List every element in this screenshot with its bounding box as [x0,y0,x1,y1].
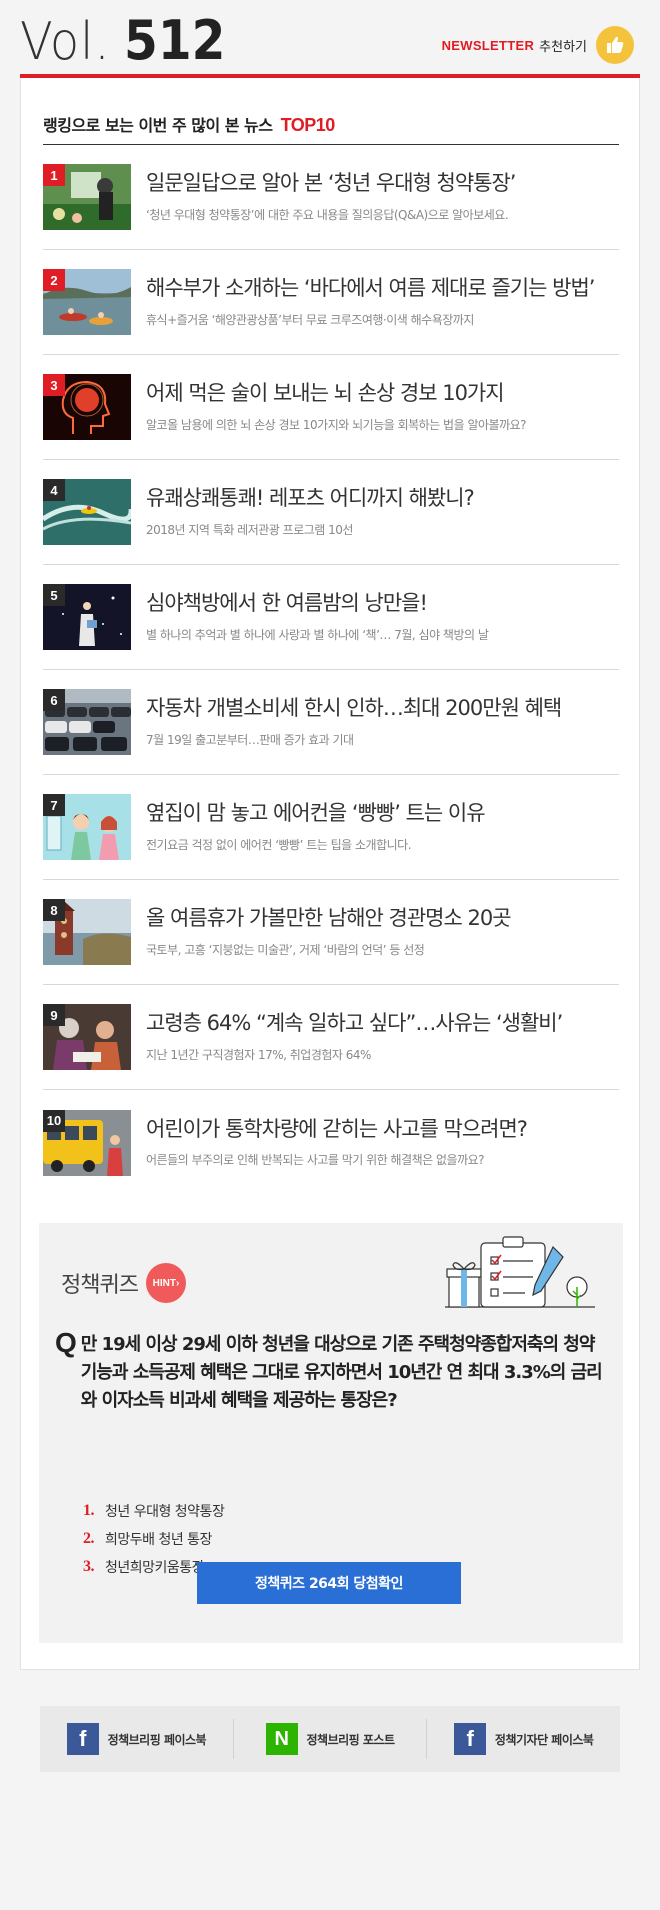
news-title[interactable]: 심야책방에서 한 여름밤의 낭만을! [146,591,488,616]
option-number: 3. [83,1558,95,1575]
rank-badge: 2 [43,269,65,291]
news-thumbnail[interactable]: 1 [43,164,131,230]
volume-label: Vol. 512 [20,9,237,72]
news-item-8[interactable]: 8 올 여름휴가 가볼만한 남해안 경관명소 20곳 국토부, 고흥 ‘지붕없는… [43,880,619,985]
news-summary: 휴식+즐거움 ‘해양관광상품’부터 무료 크루즈여행·이색 해수욕장까지 [146,312,474,327]
volume-prefix: Vol. [20,12,111,72]
thumbs-up-icon[interactable] [596,26,634,64]
quiz-label: 정책퀴즈 [61,1273,139,1298]
news-title[interactable]: 자동차 개별소비세 한시 인하…최대 200만원 혜택 [146,696,562,721]
news-summary: 별 하나의 추억과 별 하나에 사랑과 별 하나에 ‘책’… 7월, 심야 책방… [146,627,489,642]
news-item-9[interactable]: 9 고령층 64% “계속 일하고 싶다”…사유는 ‘생활비’ 지난 1년간 구… [43,985,619,1090]
quiz-question-text: 만 19세 이상 29세 이하 청년을 대상으로 기존 주택청약종합저축의 청약… [80,1334,603,1411]
news-summary: ‘청년 우대형 청약통장’에 대한 주요 내용을 질의응답(Q&A)으로 알아보… [146,207,509,222]
news-item-3[interactable]: 3 어제 먹은 술이 보내는 뇌 손상 경보 10가지 알코올 남용에 의한 뇌… [43,355,619,460]
quiz-option-1: 1. 청년 우대형 청약통장 [83,1497,225,1525]
news-list: 1 일문일답으로 알아 본 ‘청년 우대형 청약통장’ ‘청년 우대형 청약통장… [43,145,619,1195]
quiz-illustration [445,1235,595,1319]
footer-link-briefing-facebook[interactable]: f 정책브리핑 페이스북 [40,1719,233,1759]
ranking-title: 랭킹으로 보는 이번 주 많이 본 뉴스 TOP10 [43,112,335,136]
news-thumbnail[interactable]: 7 [43,794,131,860]
rank-badge: 6 [43,689,65,711]
rank-badge: 1 [43,164,65,186]
footer-link-briefing-post[interactable]: N 정책브리핑 포스트 [232,1719,427,1759]
option-text: 희망두배 청년 통장 [105,1532,212,1548]
hint-label: HINT [152,1277,176,1289]
news-item-4[interactable]: 4 유쾌상쾌통쾌! 레포츠 어디까지 해봤니? 2018년 지역 특화 레저관광… [43,460,619,565]
news-summary: 7월 19일 출고분부터…판매 증가 효과 기대 [146,732,354,747]
news-item-2[interactable]: 2 해수부가 소개하는 ‘바다에서 여름 제대로 즐기는 방법’ 휴식+즐거움 … [43,250,619,355]
quiz-result-button[interactable]: 정책퀴즈 264회 당첨확인 [197,1562,461,1604]
option-text: 청년 우대형 청약통장 [105,1504,225,1520]
chevron-right-icon: › [175,1277,180,1289]
news-thumbnail[interactable]: 6 [43,689,131,755]
news-title[interactable]: 해수부가 소개하는 ‘바다에서 여름 제대로 즐기는 방법’ [146,276,595,301]
news-summary: 지난 1년간 구직경험자 17%, 취업경험자 64% [146,1047,371,1062]
newsletter-card: 랭킹으로 보는 이번 주 많이 본 뉴스 TOP10 1 일문일답으로 알아 본… [20,78,640,1670]
news-item-5[interactable]: 5 심야책방에서 한 여름밤의 낭만을! 별 하나의 추억과 별 하나에 사랑과… [43,565,619,670]
option-number: 2. [83,1530,95,1547]
rank-badge: 3 [43,374,65,396]
news-title[interactable]: 고령층 64% “계속 일하고 싶다”…사유는 ‘생활비’ [146,1011,563,1036]
news-thumbnail[interactable]: 9 [43,1004,131,1070]
volume-number: 512 [124,9,226,72]
news-summary: 국토부, 고흥 ‘지붕없는 미술관’, 거제 ‘바람의 언덕’ 등 선정 [146,942,425,957]
news-title[interactable]: 어린이가 통학차량에 갇히는 사고를 막으려면? [146,1117,528,1142]
rank-badge: 10 [43,1109,65,1132]
ranking-title-text: 랭킹으로 보는 이번 주 많이 본 뉴스 [43,116,273,135]
news-thumbnail[interactable]: 4 [43,479,131,545]
option-text: 청년희망키움통장 [105,1560,205,1576]
rank-badge: 8 [43,899,65,921]
quiz-header: 정책퀴즈 HINT › [61,1263,186,1303]
news-title[interactable]: 유쾌상쾌통쾌! 레포츠 어디까지 해봤니? [146,486,475,511]
news-summary: 알코올 남용에 의한 뇌 손상 경보 10가지와 뇌기능을 회복하는 법을 알아… [146,417,527,432]
ranking-title-highlight: TOP10 [280,115,336,135]
news-thumbnail[interactable]: 5 [43,584,131,650]
footer-link-label: 정책브리핑 페이스북 [107,1732,207,1747]
naver-icon: N [265,1723,298,1755]
news-title[interactable]: 올 여름휴가 가볼만한 남해안 경관명소 20곳 [146,906,512,931]
news-title[interactable]: 일문일답으로 알아 본 ‘청년 우대형 청약통장’ [146,171,516,196]
question-mark-icon: Q [55,1327,77,1358]
newsletter-header: Vol. 512 NEWSLETTER 추천하기 [20,0,640,80]
option-number: 1. [83,1502,95,1519]
news-item-10[interactable]: 10 어린이가 통학차량에 갇히는 사고를 막으려면? 어른들의 부주의로 인해… [43,1090,619,1195]
news-title[interactable]: 어제 먹은 술이 보내는 뇌 손상 경보 10가지 [146,381,526,406]
news-thumbnail[interactable]: 10 [43,1109,131,1176]
facebook-icon: f [453,1723,486,1755]
news-item-1[interactable]: 1 일문일답으로 알아 본 ‘청년 우대형 청약통장’ ‘청년 우대형 청약통장… [43,145,619,250]
news-summary: 2018년 지역 특화 레저관광 프로그램 10선 [146,522,353,537]
news-thumbnail[interactable]: 8 [43,899,131,965]
rank-badge: 9 [43,1004,65,1026]
footer-link-label: 정책기자단 페이스북 [494,1732,594,1747]
news-title[interactable]: 옆집이 맘 놓고 에어컨을 ‘빵빵’ 트는 이유 [146,801,486,826]
news-summary: 어른들의 부주의로 인해 반복되는 사고를 막기 위한 해결책은 없을까요? [146,1153,485,1168]
news-item-6[interactable]: 6 자동차 개별소비세 한시 인하…최대 200만원 혜택 7월 19일 출고분… [43,670,619,775]
recommend-newsletter-link[interactable]: NEWSLETTER 추천하기 [442,26,634,64]
news-thumbnail[interactable]: 2 [43,269,131,335]
quiz-option-2: 2. 희망두배 청년 통장 [83,1525,224,1553]
social-footer: f 정책브리핑 페이스북 N 정책브리핑 포스트 f 정책기자단 페이스북 [40,1706,620,1772]
rank-badge: 5 [43,584,65,606]
policy-quiz: 정책퀴즈 HINT › Q 만 19세 이상 29세 이하 청년을 대상으로 기… [39,1223,623,1643]
news-thumbnail[interactable]: 3 [43,374,131,440]
rank-badge: 7 [43,794,65,816]
quiz-question: Q 만 19세 이상 29세 이하 청년을 대상으로 기존 주택청약종합저축의 … [55,1327,607,1415]
facebook-icon: f [66,1723,99,1755]
rank-badge: 4 [43,479,65,501]
newsletter-label: NEWSLETTER [441,37,535,53]
hint-button[interactable]: HINT › [145,1263,186,1303]
footer-link-label: 정책브리핑 포스트 [306,1732,396,1747]
news-item-7[interactable]: 7 옆집이 맘 놓고 에어컨을 ‘빵빵’ 트는 이유 전기요금 걱정 없이 에어… [43,775,619,880]
recommend-label: 추천하기 [539,39,587,55]
news-summary: 전기요금 걱정 없이 에어컨 ‘빵빵’ 트는 팁을 소개합니다. [146,837,412,852]
footer-link-reporters-facebook[interactable]: f 정책기자단 페이스북 [426,1719,620,1759]
